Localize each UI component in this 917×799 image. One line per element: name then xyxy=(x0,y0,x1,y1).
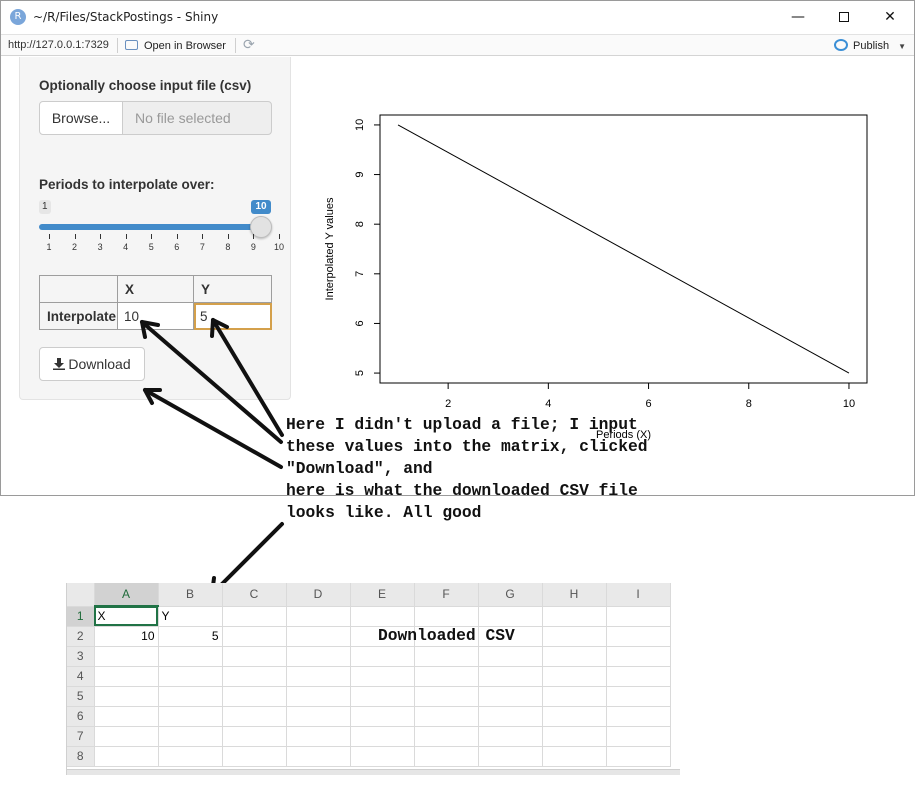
cell[interactable] xyxy=(350,666,415,687)
cell[interactable] xyxy=(542,606,607,627)
cell[interactable] xyxy=(478,666,543,687)
cell[interactable] xyxy=(350,646,415,667)
cell-a2[interactable]: 10 xyxy=(94,626,159,647)
cell[interactable] xyxy=(158,746,223,767)
cell[interactable] xyxy=(542,686,607,707)
column-header-c[interactable]: C xyxy=(222,583,287,607)
cell[interactable] xyxy=(222,746,287,767)
cell[interactable] xyxy=(222,706,287,727)
cell-b2[interactable]: 5 xyxy=(158,626,223,647)
cell[interactable] xyxy=(350,726,415,747)
cell[interactable] xyxy=(478,686,543,707)
cell[interactable] xyxy=(542,746,607,767)
cell[interactable] xyxy=(286,666,351,687)
cell[interactable] xyxy=(606,666,671,687)
cell[interactable] xyxy=(414,686,479,707)
cell[interactable] xyxy=(222,626,287,647)
cell[interactable] xyxy=(414,746,479,767)
cell[interactable] xyxy=(286,686,351,707)
cell-b1[interactable]: Y xyxy=(158,606,223,627)
cell[interactable] xyxy=(94,706,159,727)
row-header[interactable]: 5 xyxy=(67,686,95,707)
cell[interactable] xyxy=(414,706,479,727)
cell[interactable] xyxy=(222,726,287,747)
cell[interactable] xyxy=(286,706,351,727)
cell[interactable] xyxy=(542,706,607,727)
cell[interactable] xyxy=(94,666,159,687)
row-header[interactable]: 2 xyxy=(67,626,95,647)
column-header-d[interactable]: D xyxy=(286,583,351,607)
cell[interactable] xyxy=(606,686,671,707)
row-header[interactable]: 6 xyxy=(67,706,95,727)
column-header-f[interactable]: F xyxy=(414,583,479,607)
cell[interactable] xyxy=(606,706,671,727)
cell[interactable] xyxy=(414,726,479,747)
column-header-e[interactable]: E xyxy=(350,583,415,607)
column-header-a[interactable]: A xyxy=(94,583,159,607)
cell[interactable] xyxy=(414,646,479,667)
cell[interactable] xyxy=(606,746,671,767)
row-header[interactable]: 1 xyxy=(67,606,95,627)
column-header-h[interactable]: H xyxy=(542,583,607,607)
cell[interactable] xyxy=(286,606,351,627)
row-header[interactable]: 7 xyxy=(67,726,95,747)
cell[interactable] xyxy=(286,626,351,647)
arrow-to-x-cell xyxy=(140,320,283,444)
cell[interactable] xyxy=(286,646,351,667)
cell[interactable] xyxy=(414,606,479,627)
cell[interactable] xyxy=(286,726,351,747)
cell[interactable] xyxy=(478,606,543,627)
cell[interactable] xyxy=(478,646,543,667)
cell[interactable] xyxy=(94,646,159,667)
cell[interactable] xyxy=(350,686,415,707)
cell[interactable] xyxy=(478,706,543,727)
cell[interactable] xyxy=(94,686,159,707)
cell-a1[interactable]: X xyxy=(94,606,159,627)
row-header[interactable]: 4 xyxy=(67,666,95,687)
column-header-b[interactable]: B xyxy=(158,583,223,607)
cell[interactable] xyxy=(542,646,607,667)
cell[interactable] xyxy=(158,706,223,727)
cell[interactable] xyxy=(606,626,671,647)
sheet-note: Downloaded CSV xyxy=(378,626,515,645)
column-header-i[interactable]: I xyxy=(606,583,671,607)
cell[interactable] xyxy=(158,666,223,687)
row-header[interactable]: 3 xyxy=(67,646,95,667)
cell[interactable] xyxy=(158,646,223,667)
cell[interactable] xyxy=(222,686,287,707)
cell[interactable] xyxy=(222,666,287,687)
spreadsheet: A B C D E F G H I 1 X Y 2 10 5 3 4 5 6 7… xyxy=(66,583,680,775)
cell[interactable] xyxy=(350,746,415,767)
screenshot: R ~/R/Files/StackPostings - Shiny — ✕ ht… xyxy=(0,0,917,799)
cell[interactable] xyxy=(286,746,351,767)
cell[interactable] xyxy=(222,646,287,667)
cell[interactable] xyxy=(478,746,543,767)
cell[interactable] xyxy=(478,726,543,747)
cell[interactable] xyxy=(606,646,671,667)
cell[interactable] xyxy=(606,726,671,747)
cell[interactable] xyxy=(542,726,607,747)
arrow-to-y-cell xyxy=(210,318,284,437)
cell[interactable] xyxy=(158,726,223,747)
sheet-tab-bar xyxy=(67,769,680,775)
column-header-g[interactable]: G xyxy=(478,583,543,607)
cell[interactable] xyxy=(542,626,607,647)
cell[interactable] xyxy=(542,666,607,687)
cell[interactable] xyxy=(350,706,415,727)
cell[interactable] xyxy=(94,746,159,767)
cell[interactable] xyxy=(350,606,415,627)
cell[interactable] xyxy=(414,666,479,687)
select-all-corner[interactable] xyxy=(67,583,95,607)
cell[interactable] xyxy=(606,606,671,627)
cell[interactable] xyxy=(222,606,287,627)
row-header[interactable]: 8 xyxy=(67,746,95,767)
cell[interactable] xyxy=(94,726,159,747)
spreadsheet-grid: A B C D E F G H I 1 X Y 2 10 5 3 4 5 6 7… xyxy=(67,583,671,767)
cell[interactable] xyxy=(158,686,223,707)
